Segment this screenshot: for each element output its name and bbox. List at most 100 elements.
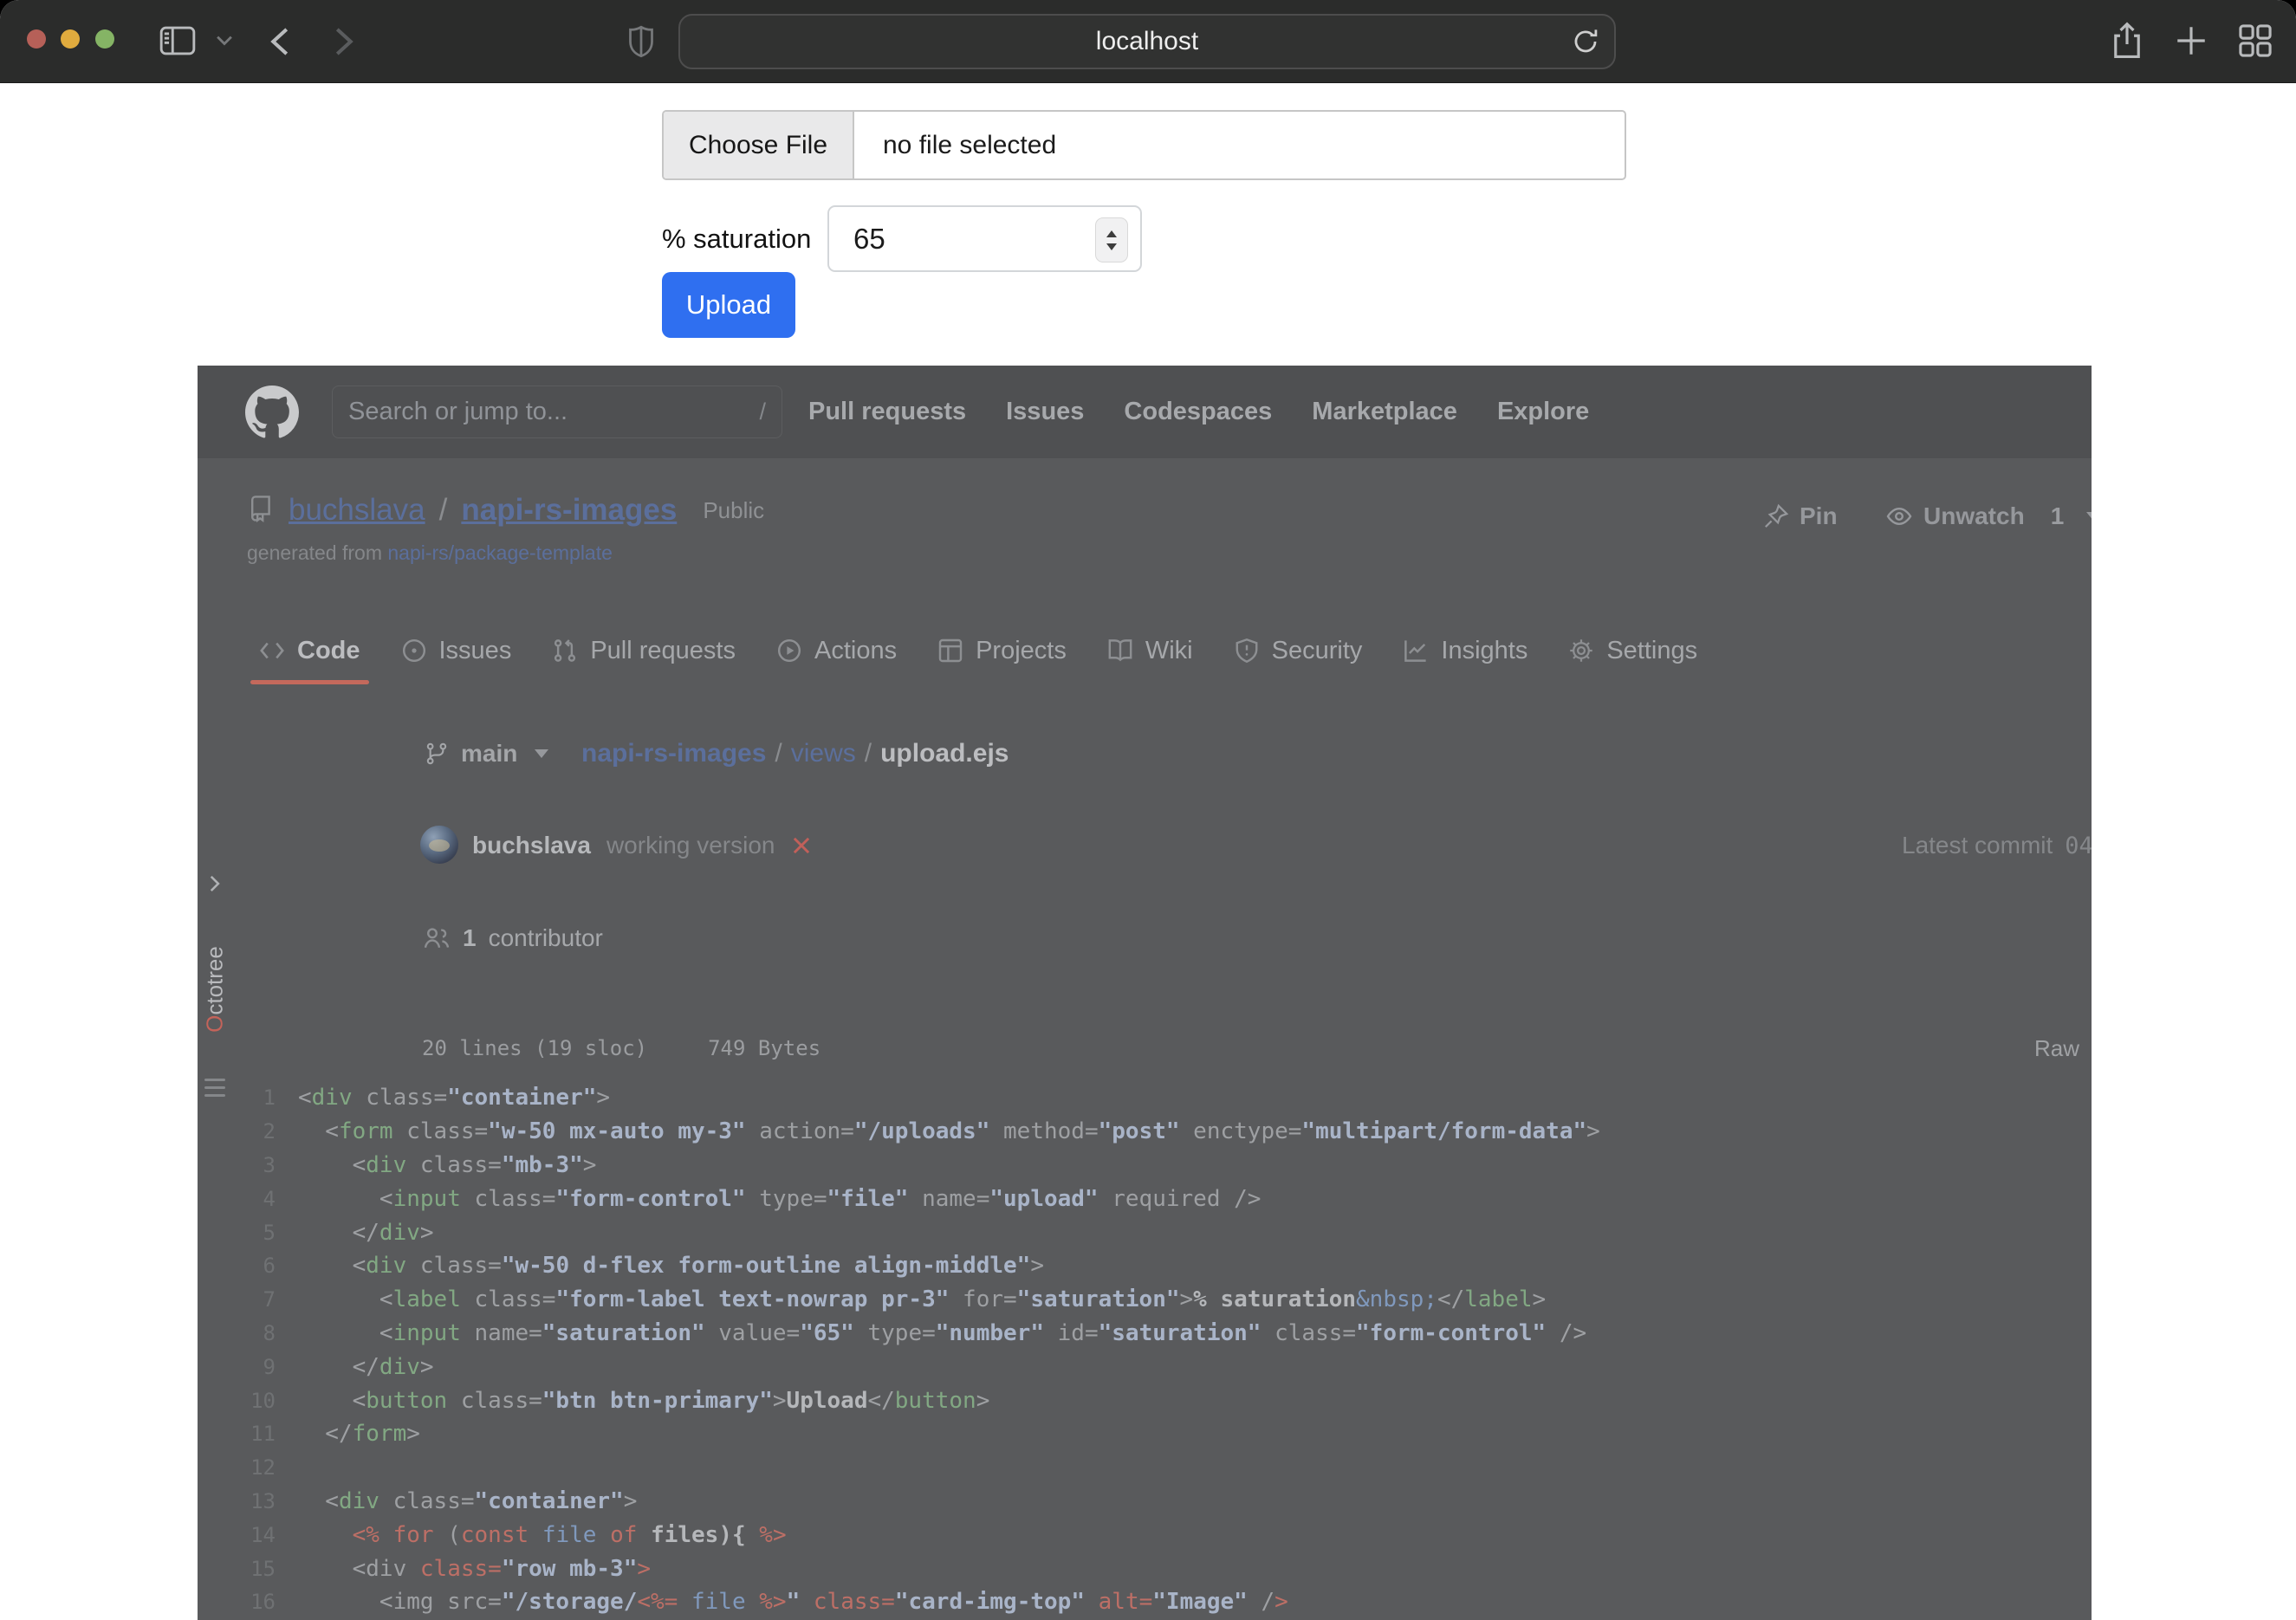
line-number[interactable]: 10 [198, 1389, 298, 1413]
window-zoom-button[interactable] [95, 29, 114, 49]
code-text: <div class="row mb-3"> [298, 1556, 651, 1582]
contributor-count: 1 [463, 924, 477, 952]
code-line: 7 <label class="form-label text-nowrap p… [198, 1283, 2092, 1317]
breadcrumb-link[interactable]: views [791, 739, 856, 768]
line-number[interactable]: 11 [198, 1422, 298, 1446]
github-header: Search or jump to... / Pull requests Issu… [198, 366, 2092, 458]
repo-tab-settings[interactable]: Settings [1568, 617, 1697, 684]
octotree-sidebar-tab[interactable]: Octotree [198, 872, 232, 1098]
line-number[interactable]: 15 [198, 1557, 298, 1581]
repo-actions: Pin Unwatch 1 [198, 502, 2092, 537]
address-bar[interactable]: localhost [678, 14, 1616, 69]
toolbar-chevron-down-icon[interactable] [215, 35, 234, 47]
repo-tab-wiki[interactable]: Wiki [1107, 617, 1193, 684]
line-number[interactable]: 13 [198, 1489, 298, 1513]
issue-icon [401, 638, 427, 664]
stepper-up-icon[interactable] [1106, 230, 1117, 237]
pin-icon [1763, 503, 1789, 529]
pin-button[interactable]: Pin [1763, 502, 1838, 530]
header-nav-item-issues[interactable]: Issues [1006, 398, 1084, 426]
code-line: 9 </div> [198, 1350, 2092, 1383]
repo-tab-projects[interactable]: Projects [937, 617, 1067, 684]
generated-from-text: generated from [247, 541, 387, 564]
line-number[interactable]: 16 [198, 1590, 298, 1614]
pin-label: Pin [1800, 502, 1838, 530]
repo-tab-pull-requests[interactable]: Pull requests [552, 617, 736, 684]
repo-tab-insights[interactable]: Insights [1403, 617, 1527, 684]
share-button[interactable] [2107, 21, 2147, 61]
file-size: 749 Bytes [708, 1036, 820, 1060]
choose-file-button[interactable]: Choose File [664, 112, 854, 178]
hamburger-icon[interactable] [204, 1079, 225, 1102]
latest-commit-sha[interactable]: 04 [2065, 833, 2092, 859]
contributors-row[interactable]: 1 contributor [423, 916, 603, 961]
header-nav-item-marketplace[interactable]: Marketplace [1312, 398, 1457, 426]
tab-overview-button[interactable] [2237, 23, 2273, 59]
new-tab-button[interactable] [2173, 23, 2209, 59]
reload-button[interactable] [1571, 27, 1600, 61]
header-nav-item-codespaces[interactable]: Codespaces [1124, 398, 1272, 426]
back-button[interactable] [267, 26, 293, 57]
code-line: 8 <input name="saturation" value="65" ty… [198, 1317, 2092, 1351]
commit-message[interactable]: working version [606, 832, 775, 859]
line-number[interactable]: 7 [198, 1287, 298, 1312]
repo-tab-issues[interactable]: Issues [401, 617, 512, 684]
line-number[interactable]: 12 [198, 1455, 298, 1480]
window-close-button[interactable] [27, 29, 46, 49]
line-number[interactable]: 2 [198, 1119, 298, 1144]
code-text: <div class="container"> [298, 1488, 637, 1514]
line-number[interactable]: 4 [198, 1187, 298, 1211]
file-selected-status: no file selected [854, 112, 1056, 178]
sidebar-toggle-button[interactable] [159, 26, 196, 55]
watch-caret-icon[interactable] [2086, 512, 2092, 522]
line-number[interactable]: 5 [198, 1221, 298, 1245]
github-search-box[interactable]: Search or jump to... / [332, 386, 782, 438]
line-number[interactable]: 9 [198, 1355, 298, 1379]
stepper-down-icon[interactable] [1106, 243, 1117, 250]
line-number[interactable]: 3 [198, 1153, 298, 1177]
github-logo-icon[interactable] [245, 386, 299, 444]
breadcrumb-separator: / [865, 739, 872, 768]
breadcrumb-separator: / [775, 739, 782, 768]
forward-button[interactable] [331, 26, 357, 57]
github-header-nav: Pull requests Issues Codespaces Marketplace… [808, 366, 1589, 458]
code-line: 11 </form> [198, 1417, 2092, 1451]
code-text: </form> [298, 1421, 420, 1447]
header-nav-item-explore[interactable]: Explore [1497, 398, 1589, 426]
privacy-shield-icon[interactable] [624, 23, 658, 60]
number-stepper[interactable] [1095, 217, 1128, 262]
saturation-label: % saturation [662, 205, 811, 272]
octotree-label-rest: ctotree [202, 946, 228, 1015]
check-failed-x-icon[interactable] [790, 834, 813, 857]
file-lines-info: 20 lines (19 sloc) [422, 1036, 647, 1060]
repo-tab-code[interactable]: Code [259, 617, 360, 684]
repo-tab-security[interactable]: Security [1234, 617, 1363, 684]
breadcrumb-file: upload.ejs [880, 739, 1009, 768]
saturation-number-input[interactable]: 65 [827, 205, 1142, 272]
branch-caret-icon [535, 749, 548, 758]
code-text: <div class="mb-3"> [298, 1152, 596, 1178]
upload-button[interactable]: Upload [662, 272, 795, 338]
template-repo-link[interactable]: napi-rs/package-template [387, 541, 613, 564]
header-nav-item-pull-requests[interactable]: Pull requests [808, 398, 966, 426]
tab-label: Security [1272, 637, 1363, 665]
branch-selector[interactable]: main [425, 740, 548, 768]
code-line: 2 <form class="w-50 mx-auto my-3" action… [198, 1115, 2092, 1149]
line-number[interactable]: 6 [198, 1254, 298, 1278]
code-text: <img src="/storage/<%= file %>" class="c… [298, 1589, 1288, 1615]
commit-author-name[interactable]: buchslava [472, 832, 591, 859]
file-upload-input[interactable]: Choose File no file selected [662, 110, 1626, 180]
repo-tab-actions[interactable]: Actions [776, 617, 897, 684]
code-line: 4 <input class="form-control" type="file… [198, 1182, 2092, 1215]
watch-button[interactable]: Unwatch 1 [1885, 502, 2092, 530]
code-text: <input class="form-control" type="file" … [298, 1186, 1261, 1212]
chevron-right-icon[interactable] [203, 872, 225, 899]
raw-button[interactable]: Raw [2034, 1026, 2079, 1071]
line-number[interactable]: 14 [198, 1523, 298, 1547]
code-text: </div> [298, 1220, 434, 1246]
commit-author-avatar[interactable] [420, 826, 458, 864]
line-number[interactable]: 8 [198, 1321, 298, 1345]
file-meta-row: 20 lines (19 sloc) 749 Bytes Raw [198, 1026, 2092, 1071]
window-minimize-button[interactable] [61, 29, 80, 49]
breadcrumb-link[interactable]: napi-rs-images [581, 739, 766, 768]
